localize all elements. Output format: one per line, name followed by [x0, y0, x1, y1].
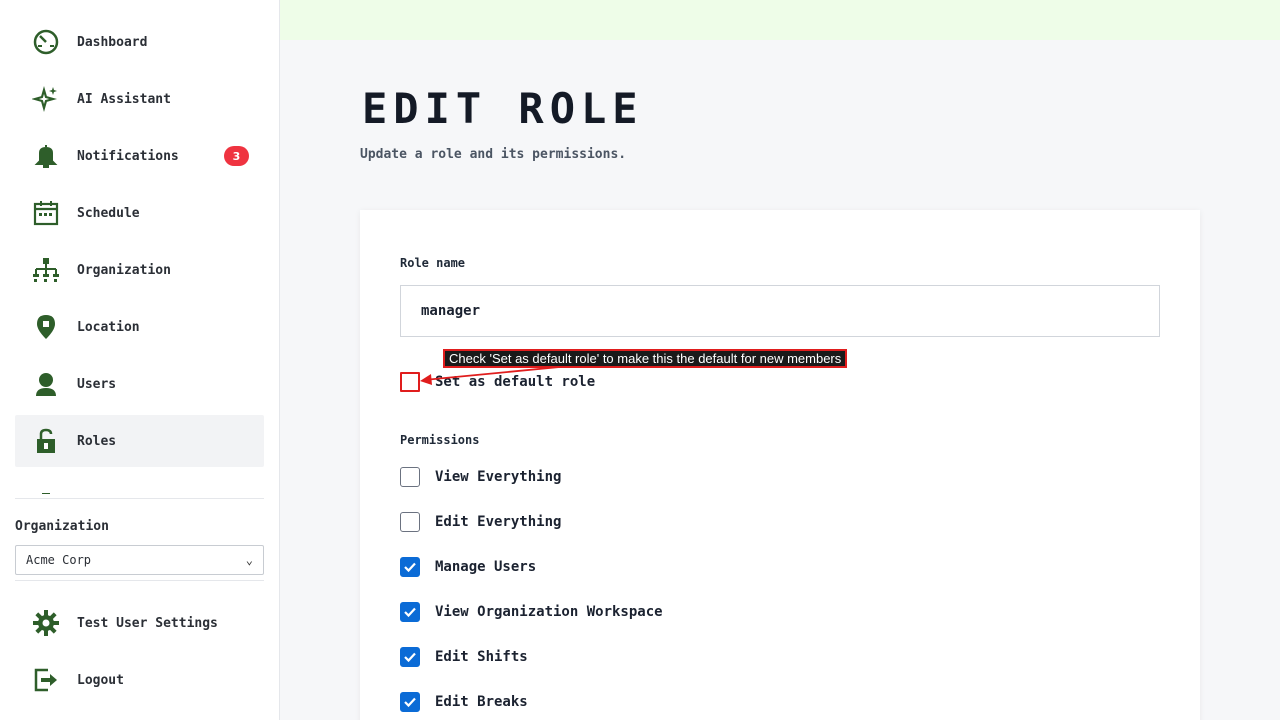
unlock-icon	[31, 426, 61, 456]
organization-select-value: Acme Corp	[26, 553, 92, 567]
role-name-input[interactable]: manager	[400, 285, 1160, 337]
sidebar-item-logout[interactable]: Logout	[15, 654, 264, 706]
partial-nav-icon	[33, 486, 59, 494]
sidebar-item-location[interactable]: Location	[15, 301, 264, 353]
permission-checkbox[interactable]	[400, 692, 420, 712]
sidebar-item-label: Roles	[77, 433, 117, 449]
chevron-down-icon: ⌄	[245, 553, 253, 567]
sidebar-item-users[interactable]: Users	[15, 358, 264, 410]
bell-icon	[31, 141, 61, 171]
sidebar-item-test-user-settings[interactable]: Test User Settings	[15, 597, 264, 649]
permission-label: View Organization Workspace	[435, 604, 663, 620]
top-bar	[280, 0, 1280, 40]
dashboard-gauge-icon	[31, 27, 61, 57]
permission-checkbox[interactable]	[400, 467, 420, 487]
sidebar-item-label: Dashboard	[77, 34, 148, 50]
permission-edit-shifts[interactable]: Edit Shifts	[400, 647, 528, 667]
map-pin-icon	[31, 312, 61, 342]
sidebar-item-ai-assistant[interactable]: AI Assistant	[15, 73, 264, 125]
role-name-label: Role name	[400, 256, 466, 270]
sidebar-item-label: Test User Settings	[77, 615, 218, 631]
sidebar-item-notifications[interactable]: Notifications 3	[15, 130, 264, 182]
sidebar-item-label: Logout	[77, 672, 124, 688]
sidebar-item-roles[interactable]: Roles	[15, 415, 264, 467]
sidebar-divider	[15, 498, 264, 499]
sidebar-item-organization[interactable]: Organization	[15, 244, 264, 296]
sidebar-item-schedule[interactable]: Schedule	[15, 187, 264, 239]
sidebar-item-label: Users	[77, 376, 117, 392]
organization-label: Organization	[15, 519, 109, 534]
permission-label: Edit Everything	[435, 514, 562, 530]
page-title: EDIT ROLE	[362, 84, 644, 133]
sidebar-divider	[15, 580, 264, 581]
sparkle-icon	[31, 84, 61, 114]
gear-icon	[31, 608, 61, 638]
sidebar-item-dashboard[interactable]: Dashboard	[15, 16, 264, 68]
permission-view-organization-workspace[interactable]: View Organization Workspace	[400, 602, 663, 622]
checkmark-icon	[404, 562, 416, 573]
sidebar-item-label: Organization	[77, 262, 171, 278]
checkmark-icon	[404, 697, 416, 708]
user-icon	[31, 369, 61, 399]
permission-checkbox[interactable]	[400, 602, 420, 622]
permissions-label: Permissions	[400, 433, 480, 447]
org-chart-icon	[31, 255, 61, 285]
sidebar-item-label: Location	[77, 319, 140, 335]
annotation-tooltip: Check 'Set as default role' to make this…	[443, 349, 848, 368]
sidebar-item-label: AI Assistant	[77, 91, 171, 107]
permission-checkbox[interactable]	[400, 557, 420, 577]
permission-manage-users[interactable]: Manage Users	[400, 557, 536, 577]
checkmark-icon	[404, 607, 416, 618]
permission-checkbox[interactable]	[400, 647, 420, 667]
role-name-value: manager	[421, 303, 481, 319]
sidebar-item-label: Notifications	[77, 148, 179, 164]
logout-icon	[31, 665, 61, 695]
permission-edit-breaks[interactable]: Edit Breaks	[400, 692, 528, 712]
calendar-icon	[31, 198, 61, 228]
organization-select[interactable]: Acme Corp ⌄	[15, 545, 264, 575]
permission-label: Manage Users	[435, 559, 537, 575]
permission-label: View Everything	[435, 469, 562, 485]
permission-label: Edit Shifts	[435, 649, 528, 665]
page-subtitle: Update a role and its permissions.	[360, 147, 627, 162]
notification-count-badge: 3	[224, 146, 249, 166]
sidebar-item-label: Schedule	[77, 205, 140, 221]
permission-label: Edit Breaks	[435, 694, 528, 710]
permission-edit-everything[interactable]: Edit Everything	[400, 512, 561, 532]
permission-view-everything[interactable]: View Everything	[400, 467, 561, 487]
checkmark-icon	[404, 652, 416, 663]
permission-checkbox[interactable]	[400, 512, 420, 532]
sidebar: Dashboard AI Assistant Notifications 3 S…	[0, 0, 280, 720]
